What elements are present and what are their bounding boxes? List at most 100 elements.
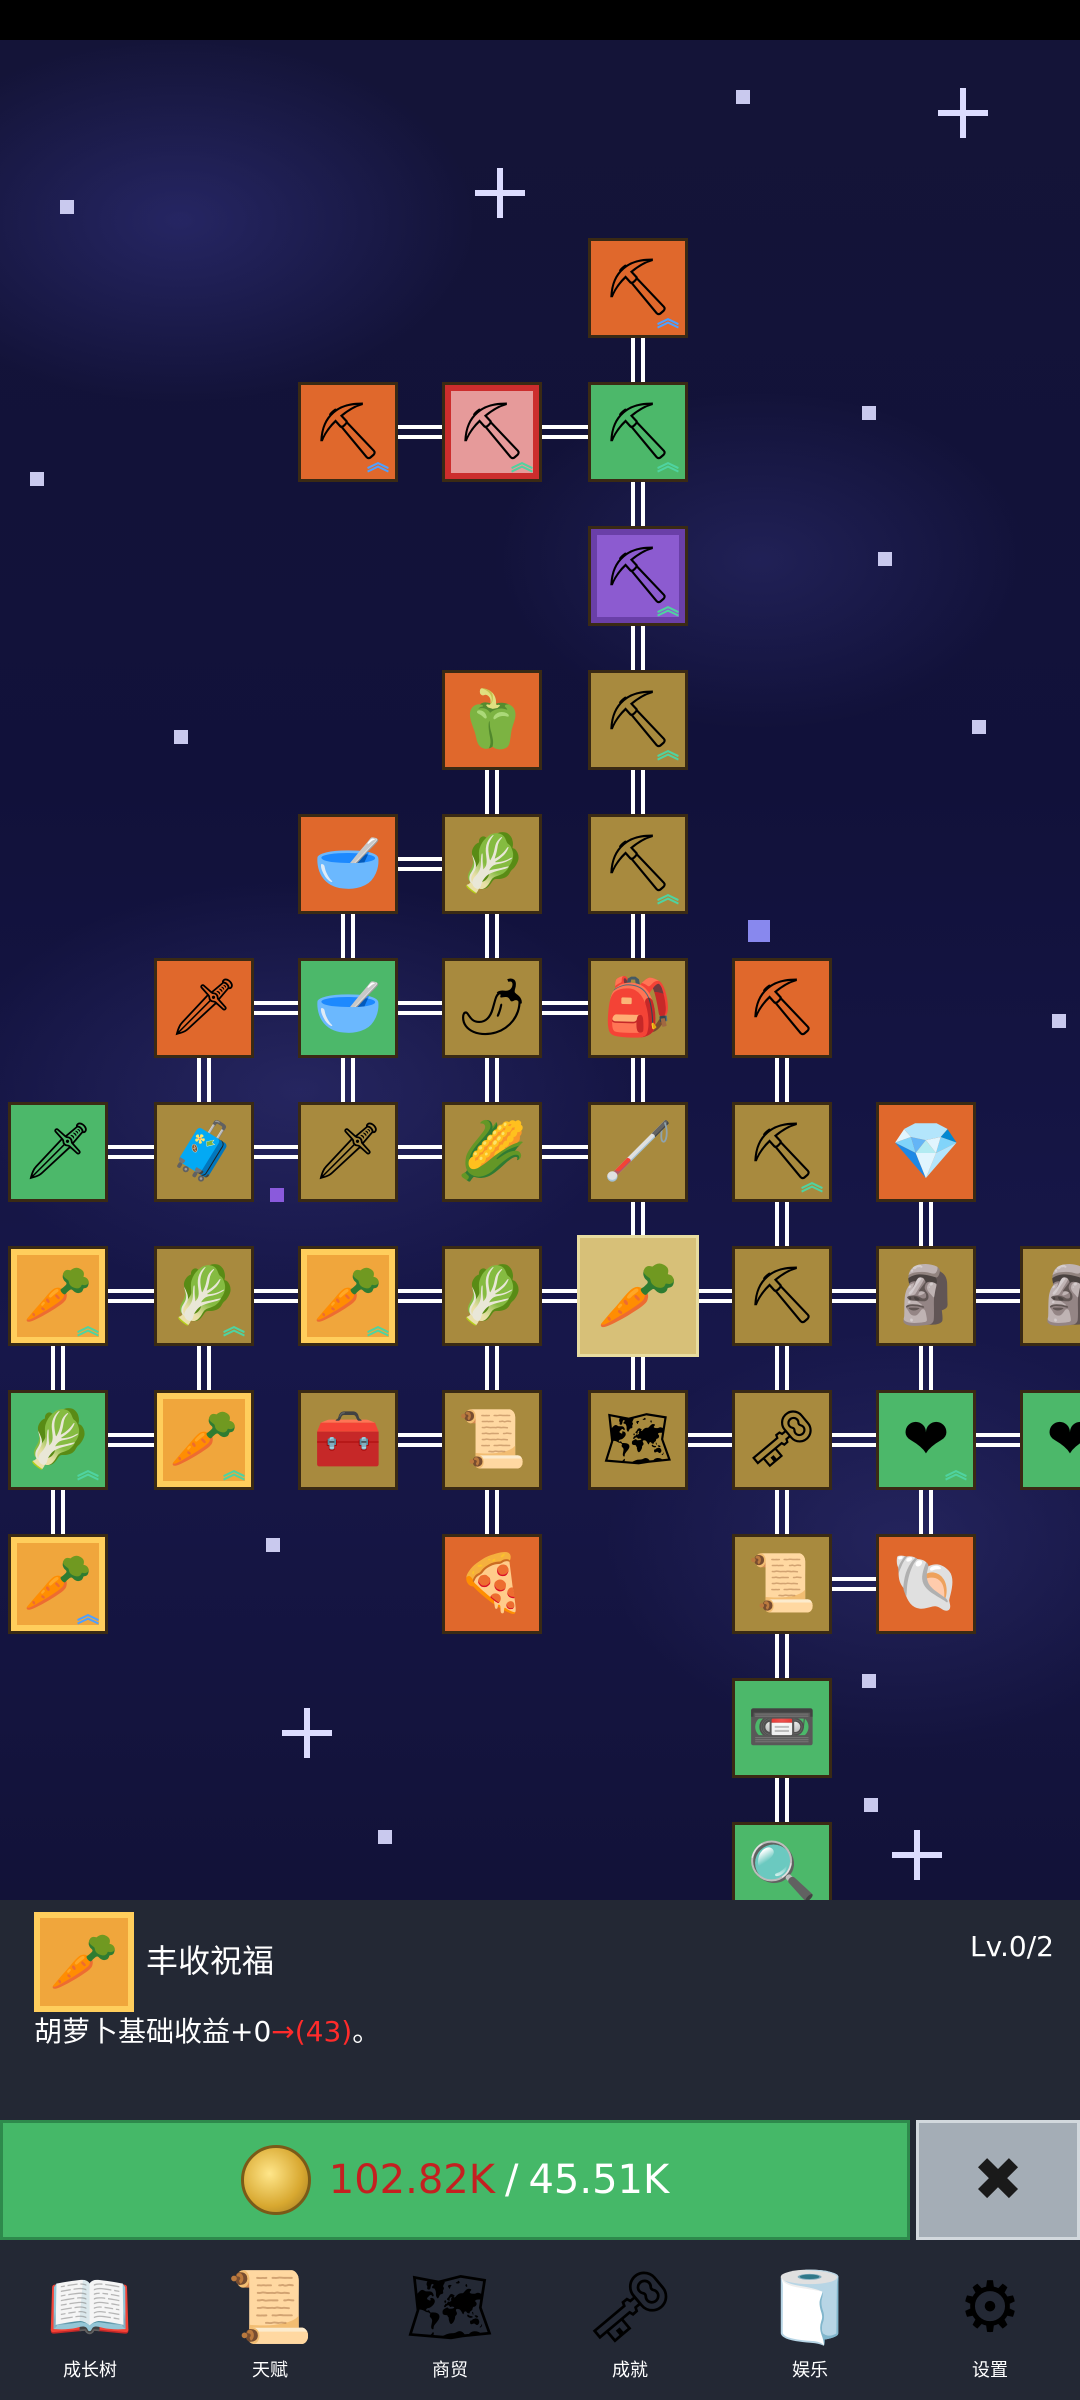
skill-node-carrot[interactable]: 🥕 ︽ (8, 1246, 108, 1346)
star-sparkle (892, 1830, 942, 1880)
map-icon: 🗺 (405, 2266, 495, 2348)
skill-node-chest[interactable]: 🧳 (154, 1102, 254, 1202)
skill-node-shovel[interactable]: ⛏ ︽ (442, 382, 542, 482)
upgrade-arrow-icon: ︽ (656, 307, 679, 332)
cost-separator: / (504, 2157, 519, 2203)
chili-icon: 🌶 (456, 975, 528, 1040)
tree-connector (485, 1058, 499, 1102)
skill-node-shovel[interactable]: ⛏ ︽ (588, 238, 688, 338)
nav-entertainment[interactable]: 🧻 娱乐 (720, 2240, 900, 2400)
skill-node-cabbage[interactable]: 🥬 ︽ (8, 1390, 108, 1490)
skill-node-carrot[interactable]: 🥕 (577, 1235, 699, 1357)
skill-node-bowl[interactable]: 🥣 (298, 814, 398, 914)
skill-node-cabbage[interactable]: 🥬 ︽ (154, 1246, 254, 1346)
tree-connector (197, 1346, 211, 1390)
skill-node-pizza[interactable]: 🍕 (442, 1534, 542, 1634)
nav-label: 成就 (612, 2360, 648, 2381)
skill-node-shovel[interactable]: ⛏ ︽ (588, 526, 688, 626)
upgrade-arrow-icon: ︽ (366, 451, 389, 476)
skill-node-shovel[interactable]: ⛏ ︽ (588, 814, 688, 914)
skill-node-pickaxe[interactable]: ⛏ (732, 958, 832, 1058)
upgrade-arrow-icon: ︽ (944, 1459, 967, 1484)
tree-connector (254, 1145, 298, 1159)
tree-connector (398, 857, 442, 871)
star (878, 552, 892, 566)
tree-connector (631, 338, 645, 382)
skill-node-cassette[interactable]: 📼 (732, 1678, 832, 1778)
skill-node-carrot[interactable]: 🥕 ︽ (154, 1390, 254, 1490)
skill-node-bowl[interactable]: 🥣 (298, 958, 398, 1058)
skill-node-pickaxe[interactable]: ⛏ ︽ (732, 1102, 832, 1202)
skill-node-statue[interactable]: 🗿 (1020, 1246, 1080, 1346)
tree-connector (108, 1433, 154, 1447)
skill-node-radish[interactable]: 🥬 (442, 814, 542, 914)
skill-node-scroll[interactable]: 📜 (732, 1534, 832, 1634)
skill-node-shell[interactable]: 🐚 (876, 1534, 976, 1634)
skill-detail-panel: 🥕 丰收祝福 Lv.0/2 胡萝卜基础收益+0→(43)。 (0, 1900, 1080, 2120)
tree-connector (832, 1289, 876, 1303)
tree-connector (631, 626, 645, 670)
skill-node-cabbage[interactable]: 🥬 (442, 1246, 542, 1346)
upgrade-button[interactable]: 102.82K / 45.51K (0, 2120, 910, 2240)
skill-node-chili[interactable]: 🌶 (442, 958, 542, 1058)
skill-node-magnifier[interactable]: 🔍 (732, 1822, 832, 1900)
scroll-icon: 📜 (226, 2266, 314, 2348)
tree-connector (775, 1346, 789, 1390)
skill-node-carrot[interactable]: 🥕 ︽ (8, 1534, 108, 1634)
skill-node-pepper[interactable]: 🫑 (442, 670, 542, 770)
desc-suffix: 。 (352, 2015, 381, 2048)
skill-node-pickaxe[interactable]: ⛏ (732, 1246, 832, 1346)
heart-icon: ❤ (1046, 1407, 1080, 1472)
skill-node-carrot[interactable]: 🥕 ︽ (298, 1246, 398, 1346)
nav-settings[interactable]: ⚙ 设置 (900, 2240, 1080, 2400)
skill-node-map[interactable]: 🗺 (588, 1390, 688, 1490)
upgrade-arrow-icon: ︽ (76, 1459, 99, 1484)
skill-node-sword[interactable]: 🗡 (298, 1102, 398, 1202)
tree-connector (108, 1145, 154, 1159)
skill-node-sword[interactable]: 🗡 (154, 958, 254, 1058)
skill-node-heart[interactable]: ❤ ︽ (876, 1390, 976, 1490)
skill-node-heart[interactable]: ❤ (1020, 1390, 1080, 1490)
upgrade-arrow-icon: ︽ (510, 451, 533, 476)
skill-node-shovel[interactable]: ⛏ ︽ (298, 382, 398, 482)
tree-connector (775, 1634, 789, 1678)
upgrade-cost: 102.82K (328, 2157, 495, 2203)
tree-connector (398, 1433, 442, 1447)
skill-node-corn[interactable]: 🌽 (442, 1102, 542, 1202)
skill-node-statue[interactable]: 🗿 (876, 1246, 976, 1346)
nav-growth-tree[interactable]: 📖 成长树 (0, 2240, 180, 2400)
upgrade-arrow-icon: ︽ (366, 1315, 389, 1340)
treasure-chest-icon: 🧰 (313, 1407, 383, 1472)
tree-connector (688, 1433, 732, 1447)
skill-node-scroll[interactable]: 📜 (442, 1390, 542, 1490)
cassette-icon: 📼 (747, 1695, 817, 1760)
skill-node-backpack[interactable]: 🎒 (588, 958, 688, 1058)
nav-label: 天赋 (252, 2360, 288, 2381)
cabbage-icon: 🥬 (457, 1263, 527, 1328)
skill-tree-canvas[interactable]: ⛏ ︽ ⛏ ︽ ⛏ ︽ ⛏ ︽ ⛏ ︽ 🫑 ⛏ ︽ 🥣 🥬 ⛏ ︽ 🗡 🥣 🌶 🎒 ⛏ 🗡 🧳 🗡 🌽 🦯 ⛏ ︽ 💎 🥕 ︽ 🥬 ︽ 🥕 ︽ 🥬 🥕 ⛏ 🗿… (0, 40, 1080, 1900)
sword-icon: 🗡 (22, 1119, 94, 1184)
star (862, 406, 876, 420)
bowl-icon: 🥣 (313, 831, 383, 896)
skill-node-sword[interactable]: 🗡 (8, 1102, 108, 1202)
skill-node-shovel[interactable]: ⛏ ︽ (588, 382, 688, 482)
skill-node-key[interactable]: 🗝 (732, 1390, 832, 1490)
statue-icon: 🗿 (891, 1263, 961, 1328)
map-icon: 🗺 (602, 1407, 674, 1472)
tree-connector (631, 1357, 645, 1390)
tree-connector (919, 1346, 933, 1390)
close-button[interactable]: ✖ (916, 2120, 1080, 2240)
skill-node-stick[interactable]: 🦯 (588, 1102, 688, 1202)
tree-connector (51, 1490, 65, 1534)
nav-label: 设置 (972, 2360, 1008, 2381)
star (748, 920, 770, 942)
skill-node-crystal[interactable]: 💎 (876, 1102, 976, 1202)
nav-trade[interactable]: 🗺 商贸 (360, 2240, 540, 2400)
nav-talent[interactable]: 📜 天赋 (180, 2240, 360, 2400)
book-icon: 📖 (46, 2266, 134, 2348)
skill-node-treasure-chest[interactable]: 🧰 (298, 1390, 398, 1490)
skill-node-shovel[interactable]: ⛏ ︽ (588, 670, 688, 770)
nav-achievement[interactable]: 🗝 成就 (540, 2240, 720, 2400)
tree-connector (485, 1346, 499, 1390)
status-bar (0, 0, 1080, 40)
